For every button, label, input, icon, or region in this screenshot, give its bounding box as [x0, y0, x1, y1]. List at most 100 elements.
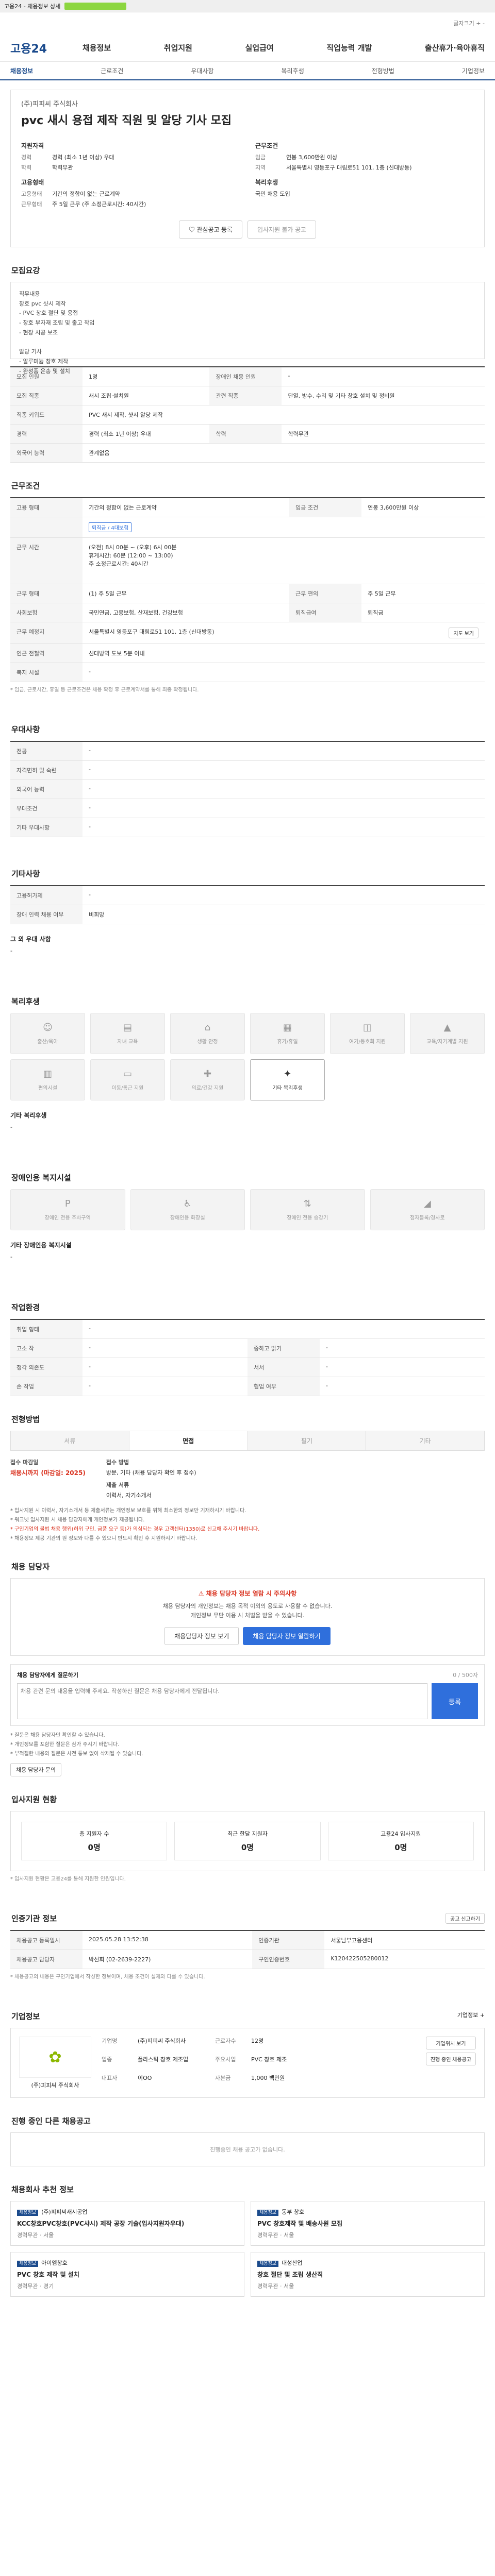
tab-welfare[interactable]: 복리후생	[281, 66, 304, 75]
notice-line: * 구인기업의 불법 채용 행위(허위 구인, 금품 요구 등)가 의심되는 경…	[10, 1527, 260, 1532]
company-jobs-button[interactable]: 진행 중인 채용공고	[425, 2053, 476, 2066]
tab-conditions[interactable]: 근로조건	[101, 66, 123, 75]
kv-key: 학력	[21, 164, 32, 171]
th: 기타 우대사항	[10, 818, 82, 837]
related-company: 동부 창호	[282, 2209, 305, 2216]
welfare-card: ▭ 이동/통근 지원	[90, 1059, 165, 1100]
inquiry-send-button[interactable]: 등록	[432, 1683, 478, 1720]
kv-key: 경력	[21, 154, 32, 161]
related-badge: 채용정보	[257, 2261, 279, 2267]
related-card[interactable]: 채용정보 (주)피피씨새시공업 KCC창호PVC창호(PVC샤시) 제작 공장 기…	[10, 2201, 244, 2246]
other-jobs-title: 진행 중인 다른 채용공고	[11, 2116, 91, 2126]
font-plus-button[interactable]: +	[476, 20, 481, 27]
related-title: PVC 창호 제작 및 설치	[17, 2271, 79, 2279]
gnb-menu-item[interactable]: 취업지원	[164, 42, 192, 53]
process-notice: * 입사지원 시 이력서, 자기소개서 등 제출서류는 개인정보 보호를 위해 …	[10, 1506, 485, 1544]
stat-label: 고용24 입사지원	[381, 1831, 421, 1838]
td: -	[82, 1377, 248, 1396]
site-logo[interactable]: 고용24	[10, 40, 62, 56]
scrap-button[interactable]: ♡ 관심공고 등록	[179, 221, 242, 239]
notice-line: * 부적절한 내용의 질문은 사전 통보 없이 삭제될 수 있습니다.	[10, 1751, 143, 1757]
facility-card: P 장애인 전용 주차구역	[10, 1189, 125, 1230]
inquiry-input[interactable]	[17, 1683, 427, 1720]
gnb-menu-item[interactable]: 직업능력 개발	[326, 42, 372, 53]
welfare-label: 기타 복리후생	[272, 1086, 303, 1091]
company-value: 12명	[251, 2038, 264, 2045]
welfare-card: ⌂ 생활 안정	[170, 1013, 245, 1054]
kv-key: 지역	[255, 164, 266, 171]
facility-label: 장애인용 화장실	[170, 1215, 205, 1221]
disabled-extra-value: -	[10, 1253, 12, 1260]
stat-month: 최근 한달 지원자 0명	[174, 1822, 321, 1861]
method-label: 접수 방법	[106, 1459, 129, 1466]
td: -	[320, 1358, 485, 1377]
td: PVC 새시 제작, 샷시 알당 제작	[82, 405, 485, 425]
notice-line: * 워크넷 입사지원 시 채용 담당자에게 개인정보가 제공됩니다.	[10, 1517, 145, 1523]
recruit-section-title: 모집요강	[11, 266, 40, 275]
inquiry-counter: 0 / 500자	[453, 1672, 478, 1679]
map-button[interactable]: 지도 보기	[449, 628, 478, 638]
worktype-table: 취업 형태 - 고소 작 - 중하고 밝기 - 청각 의존도 - 서서 - 손 작업 - 협업 여…	[10, 1319, 485, 1396]
welfare-card: ▲ 교육/자기계발 지원	[410, 1013, 485, 1054]
company-box: ✿ (주)피피씨 주식회사 기업명 (주)피피씨 주식회사 근로자수 12명 업종 플…	[10, 2028, 485, 2098]
kv-value: 연봉 3,600만원 이상	[286, 154, 338, 161]
welfare-card: ☺ 출산/육아	[10, 1013, 85, 1054]
view-contact-button[interactable]: 채용담당자 정보 보기	[164, 1627, 239, 1646]
alert-icon: ⚠	[198, 1590, 204, 1597]
td: K120422505280012	[324, 1950, 485, 1970]
tab-company[interactable]: 기업정보	[462, 66, 485, 75]
th: 근무 예정지	[10, 622, 82, 644]
notice-line: * 입사지원 시 이력서, 자기소개서 등 제출서류는 개인정보 보호를 위해 …	[10, 1508, 246, 1514]
welfare-label: 자녀 교육	[117, 1039, 138, 1045]
th: 채용공고 담당자	[10, 1950, 82, 1970]
company-logo: ✿	[19, 2037, 91, 2078]
graduation-icon: ▲	[443, 1022, 451, 1033]
info-section-header: 인증기관 정보 공고 신고하기	[10, 1913, 485, 1924]
company-key: 자본금	[215, 2075, 231, 2082]
th: 장애인 채용 인원	[209, 367, 282, 386]
related-title: 창호 절단 및 조립 생산직	[257, 2271, 323, 2279]
report-button[interactable]: 공고 신고하기	[446, 1913, 485, 1924]
worktype-section-title: 작업환경	[11, 1303, 40, 1312]
open-contact-button[interactable]: 채용 담당자 정보 열람하기	[243, 1627, 331, 1646]
company-more-link[interactable]: 기업정보 +	[457, 2011, 485, 2022]
gnb-menu-item[interactable]: 실업급여	[245, 42, 274, 53]
applicants-section-title: 입사지원 현황	[11, 1795, 57, 1805]
related-badge: 채용정보	[17, 2261, 39, 2267]
facility-label: 장애인 전용 주차구역	[44, 1215, 91, 1221]
inquiry-list-button[interactable]: 채용 담당자 문의	[10, 1763, 61, 1777]
process-section-title: 전형방법	[11, 1415, 40, 1424]
td: 비희망	[82, 905, 485, 924]
notice-line: * 개인정보를 포함한 질문은 삼가 주시기 바랍니다.	[10, 1742, 120, 1748]
tab-process[interactable]: 전형방법	[372, 66, 394, 75]
tab-recruit[interactable]: 채용정보	[10, 66, 33, 75]
td: 연봉 3,600만원 이상	[361, 498, 485, 517]
gnb-menu-item[interactable]: 출산휴가·육아휴직	[425, 42, 485, 53]
welfare-label: 출산/육아	[37, 1039, 58, 1045]
contact-desc: 채용 담당자의 개인정보는 채용 목적 이외의 용도로 사용할 수 없습니다. …	[162, 1603, 333, 1619]
facility-label: 점자블록/경사로	[409, 1215, 445, 1221]
company-key: 근로자수	[215, 2038, 236, 2045]
welfare-label: 생활 안정	[197, 1039, 218, 1045]
related-card[interactable]: 채용정보 동부 창호 PVC 창호제작 및 배송사원 모집 경력무관 · 서울	[251, 2201, 485, 2246]
company-map-button[interactable]: 기업위치 보기	[425, 2037, 476, 2050]
apply-button[interactable]: 입사지원 불가 공고	[247, 221, 316, 239]
related-card[interactable]: 채용정보 대성산업 창호 절단 및 조립 생산직 경력무관 · 서울	[251, 2252, 485, 2297]
welfare-label: 의료/건강 지원	[191, 1086, 224, 1091]
stat-total: 총 지원자 수 0명	[21, 1822, 168, 1861]
gnb-menu-item[interactable]: 채용정보	[82, 42, 111, 53]
th: 외국어 능력	[10, 443, 82, 463]
topbar-text: 고용24 - 채용정보 상세	[4, 3, 61, 10]
stat-label: 총 지원자 수	[79, 1831, 109, 1838]
font-minus-button[interactable]: -	[483, 20, 485, 27]
related-card[interactable]: 채용정보 아이엠창호 PVC 창호 제작 및 설치 경력무관 · 경기	[10, 2252, 244, 2297]
stat-value: 0명	[394, 1843, 407, 1853]
applicants-note: * 입사지원 현황은 고용24를 통해 지원한 인원입니다.	[10, 1876, 126, 1883]
tab-prefer[interactable]: 우대사항	[191, 66, 213, 75]
td: -	[82, 1358, 248, 1377]
th: 고소 작	[10, 1338, 82, 1358]
stat-worknet: 고용24 입사지원 0명	[327, 1822, 474, 1861]
elevator-icon: ⇅	[303, 1198, 311, 1209]
company-value: (주)피피씨 주식회사	[138, 2038, 186, 2045]
company-name[interactable]: (주)피피씨 주식회사	[21, 98, 78, 108]
